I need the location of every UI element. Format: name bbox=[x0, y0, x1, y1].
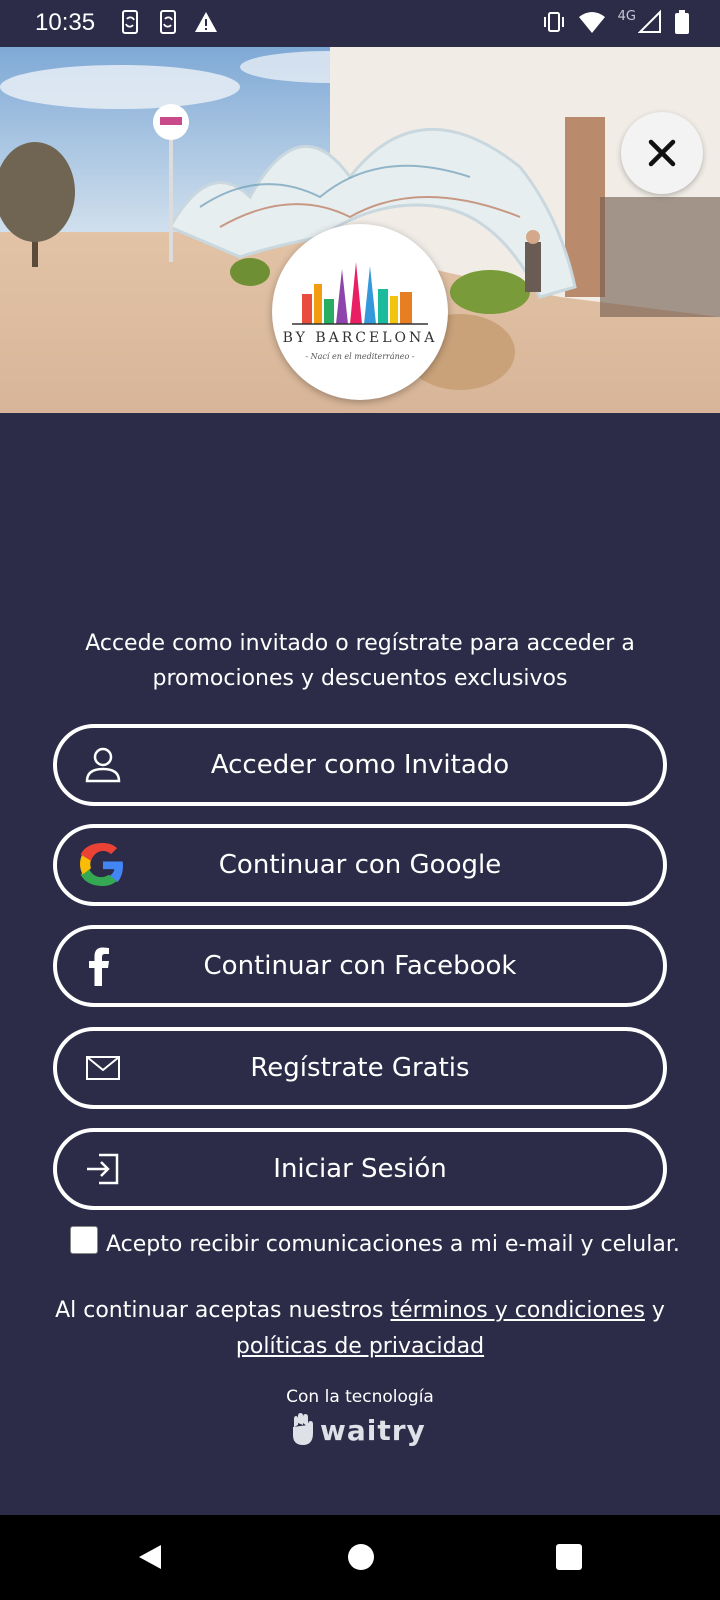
consent-label: Acepto recibir comunicaciones a mi e-mai… bbox=[106, 1231, 680, 1257]
login-icon bbox=[79, 1145, 127, 1193]
status-icons-right: 4G bbox=[542, 9, 690, 35]
terms-link[interactable]: términos y condiciones bbox=[391, 1298, 645, 1323]
guest-access-button[interactable]: Acceder como Invitado bbox=[53, 724, 667, 806]
google-login-button[interactable]: Continuar con Google bbox=[53, 824, 667, 906]
home-button[interactable] bbox=[339, 1535, 383, 1579]
privacy-link[interactable]: políticas de privacidad bbox=[236, 1334, 484, 1359]
phone-sync-icon bbox=[160, 10, 176, 34]
close-button[interactable] bbox=[621, 112, 703, 194]
login-button[interactable]: Iniciar Sesión bbox=[53, 1128, 667, 1210]
vibrate-icon bbox=[543, 12, 564, 32]
legal-middle: y bbox=[644, 1298, 665, 1323]
back-button[interactable] bbox=[128, 1535, 172, 1579]
phone-sync-icon bbox=[122, 10, 138, 34]
legal-text: Al continuar aceptas nuestros términos y… bbox=[40, 1293, 680, 1365]
facebook-login-button[interactable]: Continuar con Facebook bbox=[53, 925, 667, 1007]
system-nav-bar bbox=[0, 1515, 720, 1600]
facebook-icon bbox=[75, 942, 123, 990]
status-bar: 10:35 4G bbox=[0, 0, 720, 47]
signal-icon bbox=[638, 9, 661, 33]
consent-row: Acepto recibir comunicaciones a mi e-mai… bbox=[70, 1226, 680, 1258]
mail-icon bbox=[79, 1044, 127, 1092]
status-icons-left bbox=[118, 9, 218, 35]
home-icon bbox=[348, 1544, 374, 1570]
powered-by-label: Con la tecnología bbox=[286, 1387, 434, 1407]
legal-prefix: Al continuar aceptas nuestros bbox=[55, 1298, 391, 1323]
warning-icon bbox=[195, 12, 217, 32]
brand-logo: BY BARCELONA - Nací en el mediterráneo - bbox=[272, 224, 448, 400]
wifi-icon bbox=[578, 12, 605, 33]
recents-button[interactable] bbox=[547, 1535, 591, 1579]
guest-access-label: Acceder como Invitado bbox=[210, 750, 510, 780]
google-login-label: Continuar con Google bbox=[218, 850, 502, 880]
logo-subtitle: - Nací en el mediterráneo - bbox=[305, 352, 415, 361]
register-button[interactable]: Regístrate Gratis bbox=[53, 1027, 667, 1109]
login-label: Iniciar Sesión bbox=[273, 1154, 447, 1184]
close-icon bbox=[648, 139, 676, 167]
waitry-brand: waitry bbox=[320, 1413, 426, 1447]
register-label: Regístrate Gratis bbox=[250, 1053, 470, 1083]
facebook-login-label: Continuar con Facebook bbox=[203, 951, 517, 981]
waitry-hand-icon bbox=[293, 1413, 313, 1445]
logo-title: BY BARCELONA bbox=[282, 330, 438, 346]
waitry-logo: waitry bbox=[290, 1413, 426, 1447]
user-icon bbox=[79, 741, 127, 789]
google-icon bbox=[79, 841, 127, 889]
recents-icon bbox=[556, 1544, 582, 1570]
consent-checkbox[interactable] bbox=[70, 1226, 98, 1254]
network-type: 4G bbox=[617, 8, 636, 24]
status-time: 10:35 bbox=[35, 9, 96, 36]
intro-text: Accede como invitado o regístrate para a… bbox=[85, 631, 635, 691]
hero-image: BY BARCELONA - Nací en el mediterráneo - bbox=[0, 47, 720, 413]
skyline-logo-icon bbox=[292, 262, 428, 325]
back-icon bbox=[139, 1545, 161, 1569]
battery-icon bbox=[675, 10, 689, 34]
